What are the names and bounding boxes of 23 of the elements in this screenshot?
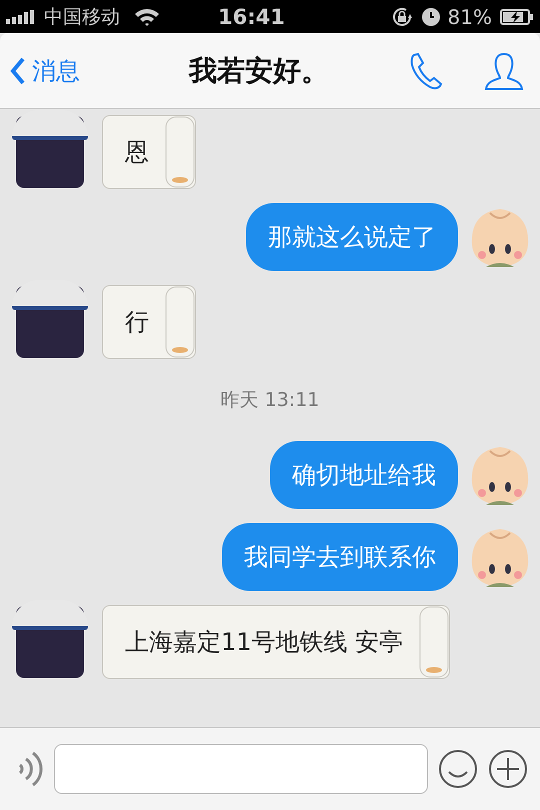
back-button[interactable]: 消息	[10, 54, 80, 86]
sent-message-bubble: 我同学去到联系你	[222, 523, 458, 591]
message-text: 行	[125, 307, 149, 338]
chevron-left-icon	[10, 56, 26, 84]
phone-icon[interactable]	[408, 50, 444, 90]
battery-percent: 81%	[448, 4, 492, 28]
plus-icon[interactable]	[488, 749, 528, 789]
message-input-field[interactable]	[54, 744, 428, 794]
signal-icon	[6, 10, 36, 24]
timestamp: 昨天 13:11	[220, 388, 320, 413]
contact-icon[interactable]	[484, 50, 524, 90]
alarm-icon	[422, 8, 440, 26]
wifi-icon	[134, 8, 160, 26]
sent-message-bubble: 那就这么说定了	[246, 203, 458, 271]
message-text: 恩	[125, 137, 149, 168]
sent-message-bubble: 确切地址给我	[270, 441, 458, 509]
clock-time: 16:41	[218, 4, 285, 28]
message-text: 上海嘉定11号地铁线 安亭	[125, 627, 404, 658]
smiley-icon[interactable]	[438, 749, 478, 789]
carrier-name: 中国移动	[44, 4, 120, 30]
battery-charging-icon	[500, 8, 534, 24]
voice-icon[interactable]	[16, 749, 44, 789]
chat-title: 我若安好。	[188, 52, 330, 88]
